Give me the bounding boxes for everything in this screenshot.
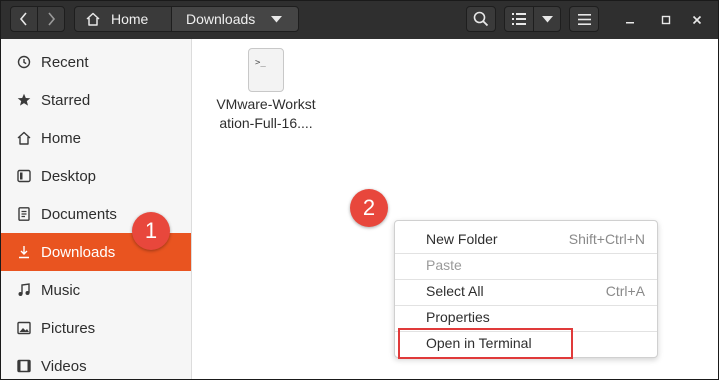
sidebar-item-label: Music [41, 281, 81, 299]
clock-icon [17, 54, 31, 70]
music-icon [17, 282, 31, 298]
places-sidebar: Recent Starred Home Desktop Documents Do… [1, 39, 192, 379]
chevron-down-icon [541, 15, 553, 22]
highlight-box [398, 328, 573, 359]
close-button[interactable] [687, 10, 707, 30]
header-bar: Home Downloads [1, 1, 718, 39]
sidebar-item-label: Pictures [41, 319, 96, 337]
home-icon [17, 130, 31, 146]
sidebar-item-label: Desktop [41, 167, 97, 185]
video-icon [17, 358, 31, 374]
sidebar-item-videos[interactable]: Videos [1, 347, 191, 379]
desktop-icon [17, 168, 31, 184]
step-marker-1: 1 [132, 212, 170, 250]
sidebar-item-recent[interactable]: Recent [1, 43, 191, 81]
menu-item-paste[interactable]: Paste [395, 252, 657, 278]
menu-item-shortcut: Shift+Ctrl+N [568, 231, 645, 247]
close-icon [692, 15, 702, 25]
sidebar-item-label: Documents [41, 205, 117, 223]
minimize-icon [626, 22, 634, 24]
menu-item-label: Paste [426, 257, 462, 273]
menu-item-new-folder[interactable]: New Folder Shift+Ctrl+N [395, 226, 657, 252]
path-bar-home[interactable]: Home [74, 6, 172, 32]
list-view-button[interactable] [504, 6, 534, 32]
sidebar-item-label: Home [41, 129, 82, 147]
menu-item-properties[interactable]: Properties [395, 304, 657, 330]
list-view-icon [512, 13, 526, 25]
search-button[interactable] [466, 6, 496, 32]
path-home-label: Home [111, 11, 149, 27]
maximize-icon [661, 15, 671, 25]
sidebar-item-home[interactable]: Home [1, 119, 191, 157]
path-current-label: Downloads [186, 11, 256, 27]
file-manager-window: Home Downloads Recent Starred Home Deskt… [0, 0, 719, 380]
menu-item-label: Select All [426, 283, 484, 299]
path-bar-downloads[interactable]: Downloads [171, 6, 299, 32]
forward-button[interactable] [37, 6, 65, 32]
download-icon [17, 244, 31, 260]
minimize-button[interactable] [620, 10, 640, 30]
search-icon [473, 11, 489, 27]
view-options-button[interactable] [533, 6, 561, 32]
chevron-down-icon [271, 15, 283, 22]
sidebar-item-pictures[interactable]: Pictures [1, 309, 191, 347]
sidebar-item-label: Downloads [41, 243, 116, 261]
file-name[interactable]: VMware-Workstation-Full-16.... [214, 95, 318, 133]
star-icon [17, 92, 31, 108]
step-marker-2: 2 [350, 189, 388, 227]
maximize-button[interactable] [656, 10, 676, 30]
back-button[interactable] [10, 6, 38, 32]
sidebar-item-desktop[interactable]: Desktop [1, 157, 191, 195]
document-icon [17, 206, 31, 222]
sidebar-item-starred[interactable]: Starred [1, 81, 191, 119]
home-icon [86, 12, 100, 26]
app-menu-button[interactable] [569, 6, 599, 32]
menu-item-select-all[interactable]: Select All Ctrl+A [395, 278, 657, 304]
chevron-left-icon [19, 12, 27, 26]
terminal-script-icon[interactable]: >_ [248, 48, 284, 92]
menu-item-shortcut: Ctrl+A [605, 283, 645, 299]
menu-item-label: Properties [426, 309, 490, 325]
sidebar-item-label: Recent [41, 53, 89, 71]
picture-icon [17, 320, 31, 336]
hamburger-menu-icon [577, 13, 591, 25]
sidebar-item-label: Starred [41, 91, 91, 109]
sidebar-item-music[interactable]: Music [1, 271, 191, 309]
menu-item-label: New Folder [426, 231, 498, 247]
chevron-right-icon [48, 12, 56, 26]
sidebar-item-label: Videos [41, 357, 87, 375]
